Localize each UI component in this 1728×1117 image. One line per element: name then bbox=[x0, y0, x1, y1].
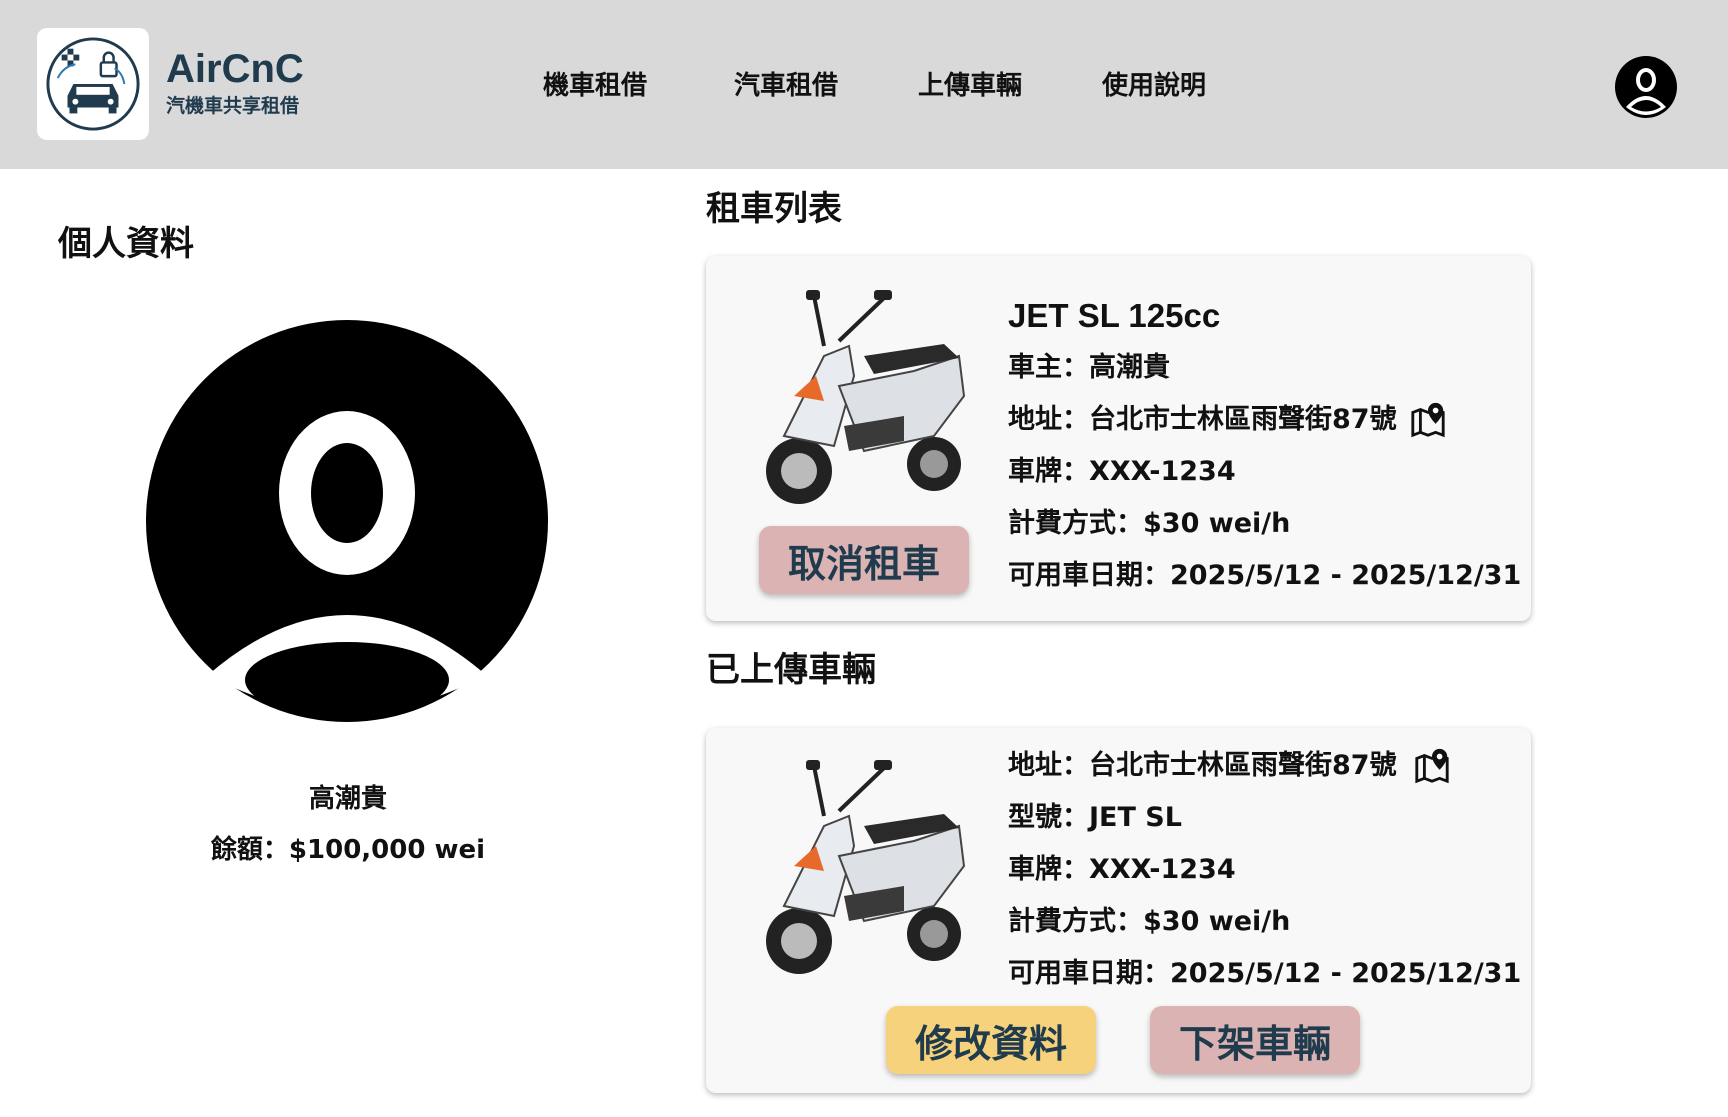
map-pin-icon[interactable] bbox=[1413, 747, 1451, 785]
uploaded-vehicle-card: 地址：台北市士林區雨聲街87號 型號：JET SL 車牌：XXX-1234 計費… bbox=[706, 728, 1531, 1093]
user-menu-button[interactable] bbox=[1614, 55, 1678, 119]
profile-avatar bbox=[146, 320, 548, 722]
uploaded-vehicle-info: 地址：台北市士林區雨聲街87號 型號：JET SL 車牌：XXX-1234 計費… bbox=[1008, 740, 1521, 1000]
nav-item-instructions[interactable]: 使用說明 bbox=[1102, 66, 1206, 106]
rentals-title: 租車列表 bbox=[706, 189, 842, 229]
rental-price: 計費方式：$30 wei/h bbox=[1008, 508, 1291, 539]
scooter-image bbox=[766, 290, 966, 504]
nav-item-upload-vehicle[interactable]: 上傳車輛 bbox=[918, 66, 1022, 106]
upload-dates: 可用車日期：2025/5/12 - 2025/12/31 bbox=[1008, 958, 1522, 989]
user-avatar-icon bbox=[1615, 56, 1677, 118]
rental-model: JET SL 125cc bbox=[1008, 297, 1221, 334]
profile-title: 個人資料 bbox=[58, 224, 194, 264]
scooter-image bbox=[766, 760, 966, 974]
uploads-title: 已上傳車輛 bbox=[706, 650, 876, 690]
nav-item-car-rental[interactable]: 汽車租借 bbox=[734, 66, 838, 106]
rental-dates: 可用車日期：2025/5/12 - 2025/12/31 bbox=[1008, 560, 1522, 591]
map-pin-icon[interactable] bbox=[1409, 401, 1447, 439]
nav-item-scooter-rental[interactable]: 機車租借 bbox=[543, 66, 647, 106]
upload-price: 計費方式：$30 wei/h bbox=[1008, 906, 1291, 937]
rental-address: 地址：台北市士林區雨聲街87號 bbox=[1008, 394, 1521, 446]
rental-info: JET SL 125cc 車主：高潮貴 地址：台北市士林區雨聲街87號 車牌：X… bbox=[1008, 290, 1521, 602]
top-header: AirCnC 汽機車共享租借 機車租借 汽車租借 上傳車輛 使用說明 bbox=[0, 0, 1728, 169]
upload-plate: 車牌：XXX-1234 bbox=[1008, 854, 1236, 885]
profile-name: 高潮貴 bbox=[308, 784, 387, 814]
main-nav: 機車租借 汽車租借 上傳車輛 使用說明 bbox=[0, 66, 1728, 106]
upload-address: 地址：台北市士林區雨聲街87號 bbox=[1008, 740, 1521, 792]
cancel-rental-button[interactable]: 取消租車 bbox=[759, 526, 969, 594]
profile-balance: 餘額：$100,000 wei bbox=[210, 835, 486, 865]
upload-model: 型號：JET SL bbox=[1008, 802, 1182, 833]
remove-vehicle-button[interactable]: 下架車輛 bbox=[1150, 1006, 1360, 1074]
rental-card: 取消租車 JET SL 125cc 車主：高潮貴 地址：台北市士林區雨聲街87號… bbox=[706, 256, 1531, 621]
user-avatar-icon bbox=[146, 320, 548, 722]
edit-vehicle-button[interactable]: 修改資料 bbox=[886, 1006, 1096, 1074]
rental-plate: 車牌：XXX-1234 bbox=[1008, 456, 1236, 487]
rental-owner: 車主：高潮貴 bbox=[1008, 352, 1170, 383]
